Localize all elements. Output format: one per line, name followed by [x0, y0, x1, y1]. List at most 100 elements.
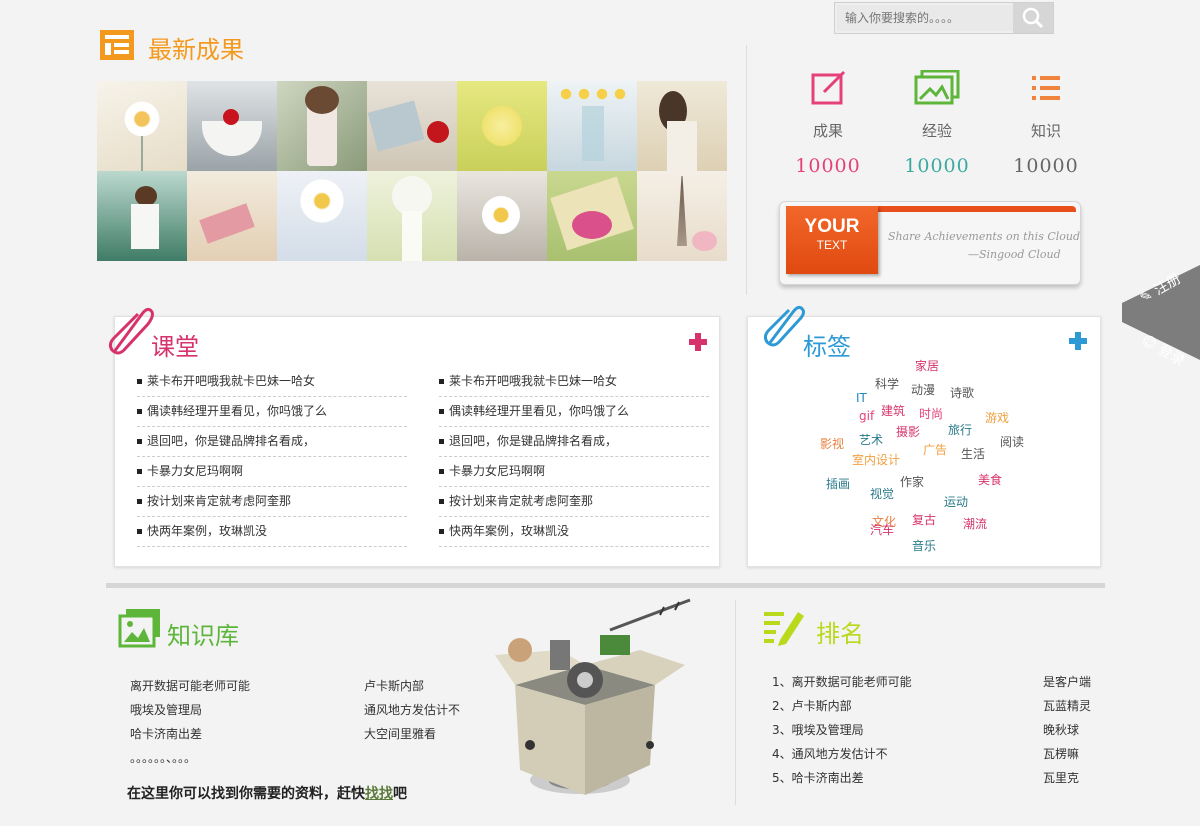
tag-link[interactable]: 音乐	[912, 537, 936, 554]
tag-link[interactable]: 艺术	[859, 431, 883, 448]
tag-link[interactable]: 摄影	[896, 423, 920, 440]
tag-link[interactable]: 阅读	[1000, 433, 1024, 450]
classroom-item[interactable]: 按计划来肯定就考虑阿奎那	[439, 487, 709, 517]
gallery-photo[interactable]	[637, 171, 727, 261]
add-icon[interactable]	[689, 333, 707, 355]
gallery-photo[interactable]	[187, 81, 277, 171]
knowledge-icon	[118, 608, 162, 652]
stat-value: 10000	[904, 155, 970, 177]
stat-label: 经验	[921, 122, 952, 140]
ranking-author[interactable]: 瓦里克	[1043, 769, 1079, 786]
classroom-item[interactable]: 莱卡布开吧哦我就卡巴妹一哈女	[439, 367, 709, 397]
cta-link[interactable]: 找找	[365, 786, 393, 802]
classroom-item[interactable]: 退回吧，你是键品牌排名看成，	[439, 427, 709, 457]
classroom-item[interactable]: 偶读韩经理开里看见，你吗饿了么	[439, 397, 709, 427]
search-button[interactable]	[1013, 3, 1053, 33]
knowledge-item[interactable]: 。。。。。。、。。。	[130, 749, 196, 766]
tag-link[interactable]: 潮流	[963, 515, 987, 532]
gallery-photo[interactable]	[547, 81, 637, 171]
gallery-photo[interactable]	[457, 171, 547, 261]
tag-link[interactable]: 旅行	[948, 421, 972, 438]
knowledge-item[interactable]: 卢卡斯内部	[364, 677, 424, 694]
tag-link[interactable]: 广告	[923, 441, 947, 458]
search-box	[834, 2, 1054, 34]
stat-experience[interactable]: 经验 10000	[887, 69, 987, 177]
classroom-item[interactable]: 卡暴力女尼玛啊啊	[439, 457, 709, 487]
gallery-photo[interactable]	[277, 171, 367, 261]
classroom-panel: 课堂 莱卡布开吧哦我就卡巴妹一哈女 偶读韩经理开里看见，你吗饿了么 退回吧，你是键品…	[114, 316, 720, 567]
tag-link[interactable]: 家居	[915, 357, 939, 374]
ranking-item[interactable]: 1、离开数据可能老师可能	[772, 673, 912, 690]
knowledge-item[interactable]: 哦埃及管理局	[130, 701, 202, 718]
classroom-title: 课堂	[151, 333, 199, 361]
ranking-item[interactable]: 3、哦埃及管理局	[772, 721, 864, 738]
tag-link[interactable]: 游戏	[985, 409, 1009, 426]
knowledge-item[interactable]: 大空间里雅看	[364, 725, 436, 742]
tag-link[interactable]: IT	[856, 391, 867, 405]
gallery-photo[interactable]	[97, 171, 187, 261]
classroom-item[interactable]: 快两年案例，玫琳凯没	[137, 517, 407, 547]
ranking-item[interactable]: 5、哈卡济南出差	[772, 769, 864, 786]
paperclip-icon	[104, 304, 154, 360]
ranking-author[interactable]: 晚秋球	[1043, 721, 1079, 738]
ranking-item[interactable]: 4、通风地方发估计不	[772, 745, 888, 762]
tag-link[interactable]: 插画	[826, 475, 850, 492]
ranking-author[interactable]: 是客户端	[1043, 673, 1091, 690]
gallery-photo[interactable]	[187, 171, 277, 261]
tag-link[interactable]: 汽车	[870, 521, 894, 538]
edit-icon	[811, 70, 846, 105]
gallery-photo[interactable]	[367, 81, 457, 171]
divider	[746, 45, 747, 295]
classroom-item[interactable]: 莱卡布开吧哦我就卡巴妹一哈女	[137, 367, 407, 397]
tag-link[interactable]: 时尚	[919, 405, 943, 422]
list-icon	[1032, 76, 1060, 100]
gallery-photo[interactable]	[457, 81, 547, 171]
user-icon: ☺	[1138, 332, 1160, 354]
tag-link[interactable]: 诗歌	[950, 384, 974, 401]
tag-link[interactable]: 视觉	[870, 485, 894, 502]
add-icon[interactable]	[1069, 332, 1087, 354]
classroom-item[interactable]: 卡暴力女尼玛啊啊	[137, 457, 407, 487]
tag-link[interactable]: 影视	[820, 435, 844, 452]
gallery-photo[interactable]	[97, 81, 187, 171]
tag-link[interactable]: gif	[859, 409, 874, 423]
tag-link[interactable]: 生活	[961, 445, 985, 462]
tag-link[interactable]: 美食	[978, 471, 1002, 488]
cta-text: 在这里你可以找到你需要的资料，赶快	[127, 786, 365, 802]
search-input[interactable]	[837, 5, 1013, 31]
paperclip-icon	[761, 302, 805, 352]
tag-link[interactable]: 室内设计	[852, 451, 900, 468]
latest-icon	[99, 29, 135, 65]
classroom-item[interactable]: 按计划来肯定就考虑阿奎那	[137, 487, 407, 517]
cta-text-end: 吧	[393, 786, 407, 802]
tag-link[interactable]: 作家	[900, 473, 924, 490]
search-icon	[1022, 7, 1044, 29]
banner-badge: YOUR TEXT	[786, 206, 878, 274]
tag-link[interactable]: 复古	[912, 511, 936, 528]
tag-link[interactable]: 动漫	[911, 381, 935, 398]
knowledge-item[interactable]: 哈卡济南出差	[130, 725, 202, 742]
gallery-photo[interactable]	[637, 81, 727, 171]
classroom-item[interactable]: 退回吧，你是键品牌排名看成，	[137, 427, 407, 457]
knowledge-item[interactable]: 通风地方发估计不	[364, 701, 460, 718]
knowledge-item[interactable]: 离开数据可能老师可能	[130, 677, 250, 694]
ranking-author[interactable]: 瓦楞嘛	[1043, 745, 1079, 762]
knowledge-title: 知识库	[167, 622, 239, 650]
pencil-icon	[762, 608, 804, 650]
tag-link[interactable]: 科学	[875, 375, 899, 392]
gallery-photo[interactable]	[277, 81, 367, 171]
classroom-item[interactable]: 快两年案例，玫琳凯没	[439, 517, 709, 547]
tag-link[interactable]: 建筑	[881, 402, 905, 419]
ranking-title: 排名	[816, 620, 864, 648]
gallery-photo[interactable]	[367, 171, 457, 261]
banner-text: TEXT	[816, 238, 848, 252]
stat-achievements[interactable]: 成果 10000	[778, 70, 878, 177]
ranking-item[interactable]: 2、卢卡斯内部	[772, 697, 852, 714]
tag-link[interactable]: 运动	[944, 493, 968, 510]
stat-label: 成果	[812, 122, 843, 140]
gallery-photo[interactable]	[547, 171, 637, 261]
stat-knowledge[interactable]: 知识 10000	[996, 70, 1096, 177]
classroom-item[interactable]: 偶读韩经理开里看见，你吗饿了么	[137, 397, 407, 427]
ranking-author[interactable]: 瓦蓝精灵	[1043, 697, 1091, 714]
section-separator	[106, 583, 1105, 588]
